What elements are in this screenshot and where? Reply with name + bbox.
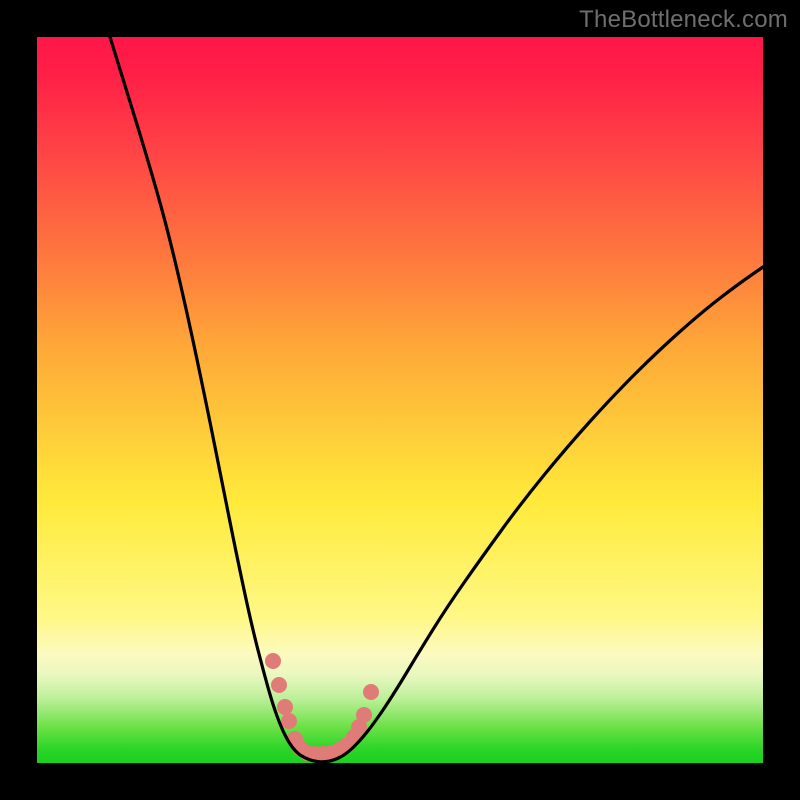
data-marker xyxy=(271,677,287,693)
data-marker xyxy=(356,707,372,723)
data-marker xyxy=(265,653,281,669)
watermark-text: TheBottleneck.com xyxy=(579,6,788,34)
right-curve xyxy=(321,267,763,762)
data-marker xyxy=(277,699,293,715)
left-curve xyxy=(110,37,321,762)
markers-group xyxy=(265,653,379,762)
data-marker xyxy=(281,713,297,729)
chart-svg xyxy=(37,37,763,763)
outer-frame: TheBottleneck.com xyxy=(0,0,800,800)
data-marker xyxy=(363,684,379,700)
